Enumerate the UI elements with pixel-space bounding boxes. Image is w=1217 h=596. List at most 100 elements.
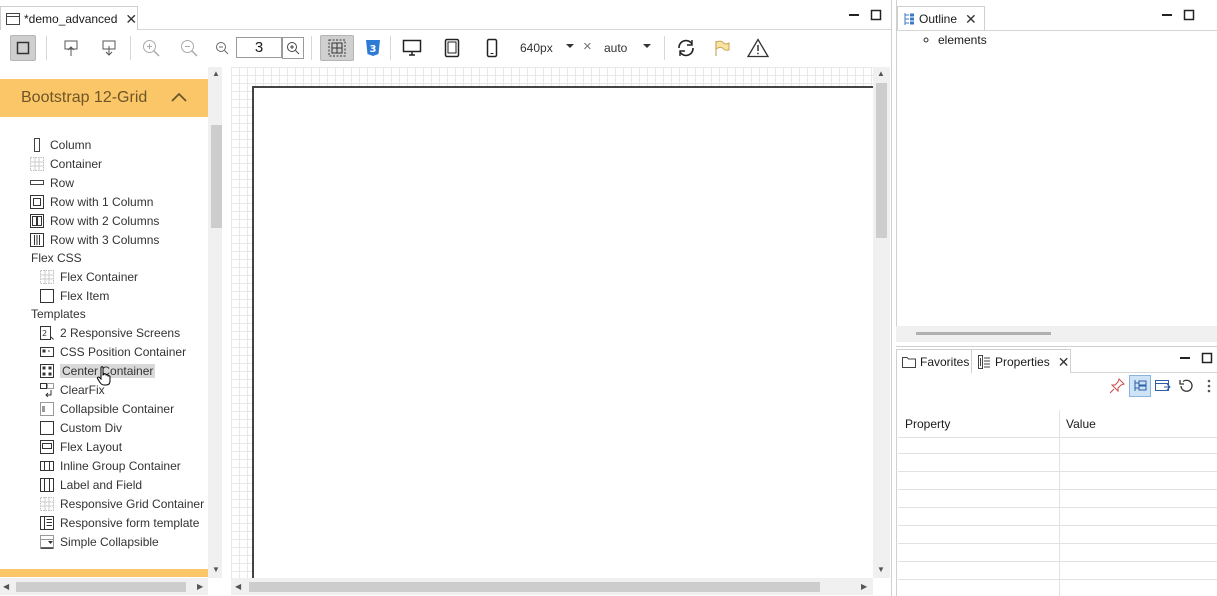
palette-vertical-scroll-thumb[interactable] <box>211 125 222 228</box>
maximize-icon[interactable] <box>1182 8 1196 22</box>
palette-item-custom-div[interactable]: Custom Div <box>40 419 122 437</box>
palette-item-flex-item[interactable]: Flex Item <box>40 287 109 305</box>
scroll-right-arrow-icon[interactable]: ▶ <box>861 582 867 591</box>
chevron-down-icon[interactable] <box>642 41 652 51</box>
move-up-icon[interactable] <box>58 35 84 61</box>
palette-item-column[interactable]: Column <box>30 136 91 154</box>
table-row-divider <box>898 543 1217 544</box>
desktop-icon[interactable] <box>399 35 425 61</box>
maximize-icon[interactable] <box>869 8 883 22</box>
collapsible-icon <box>40 402 54 416</box>
custom-div-icon <box>40 421 54 435</box>
row-1col-icon <box>30 195 44 209</box>
separator <box>46 36 47 60</box>
palette-item-row-3col[interactable]: Row with 3 Columns <box>30 231 159 249</box>
scroll-up-arrow-icon[interactable]: ▲ <box>212 69 220 78</box>
canvas-horizontal-scroll-thumb[interactable] <box>249 582 820 592</box>
outline-view: Outline ✕ elements <box>896 0 1217 342</box>
minimize-icon[interactable] <box>1178 351 1192 365</box>
palette-item-responsive-grid[interactable]: Responsive Grid Container <box>40 495 204 513</box>
table-row-divider <box>898 579 1217 580</box>
zoom-decrease-icon[interactable] <box>212 35 232 61</box>
css-position-icon <box>40 345 54 359</box>
palette-item-simple-collapsible[interactable]: Simple Collapsible <box>40 533 159 551</box>
palette-item-row-2col[interactable]: Row with 2 Columns <box>30 212 159 230</box>
close-icon[interactable]: ✕ <box>1058 355 1070 369</box>
property-column-header[interactable]: Property <box>905 417 950 431</box>
scroll-right-arrow-icon[interactable]: ▶ <box>197 582 203 591</box>
scroll-down-arrow-icon[interactable]: ▼ <box>212 565 220 574</box>
close-icon[interactable]: ✕ <box>965 12 977 26</box>
zoom-increase-icon[interactable] <box>282 37 304 59</box>
zoom-out-icon[interactable] <box>176 35 202 61</box>
canvas-page[interactable] <box>252 86 873 578</box>
select-mode-button[interactable] <box>10 35 36 61</box>
chevron-down-icon[interactable] <box>565 41 575 51</box>
palette-horizontal-scroll-thumb[interactable] <box>16 582 186 592</box>
scroll-up-arrow-icon[interactable]: ▲ <box>877 69 885 78</box>
table-row-divider <box>898 489 1217 490</box>
zoom-in-icon[interactable] <box>138 35 164 61</box>
palette-item-container[interactable]: Container <box>30 155 102 173</box>
palette-item-inline-group[interactable]: Inline Group Container <box>40 457 181 475</box>
palette-item-responsive-form[interactable]: Responsive form template <box>40 514 199 532</box>
separator <box>311 36 312 60</box>
pin-icon[interactable] <box>1109 378 1125 394</box>
flag-icon[interactable] <box>709 35 735 61</box>
palette-item-clearfix[interactable]: ClearFix <box>40 381 105 399</box>
warning-icon[interactable] <box>745 35 771 61</box>
width-value[interactable]: 640px <box>520 41 553 55</box>
view-menu-icon[interactable] <box>1206 378 1212 394</box>
height-value[interactable]: auto <box>604 41 627 55</box>
properties-tab[interactable]: Properties ✕ <box>971 349 1071 373</box>
phone-icon[interactable] <box>479 35 505 61</box>
palette-item-label-field[interactable]: Label and Field <box>40 476 142 494</box>
refresh-icon[interactable] <box>673 35 699 61</box>
close-icon[interactable]: ✕ <box>125 12 137 26</box>
tablet-icon[interactable] <box>439 35 465 61</box>
grid-toggle-button[interactable] <box>320 35 354 61</box>
show-advanced-icon[interactable] <box>1155 378 1171 394</box>
chevron-up-icon[interactable] <box>170 91 188 103</box>
move-down-icon[interactable] <box>96 35 122 61</box>
scroll-down-arrow-icon[interactable]: ▼ <box>877 565 885 574</box>
outline-tab[interactable]: Outline ✕ <box>897 6 985 30</box>
svg-text:3: 3 <box>370 44 377 55</box>
palette-item-flex-layout[interactable]: Flex Layout <box>40 438 122 456</box>
value-column-header[interactable]: Value <box>1066 417 1096 431</box>
palette-item-responsive-screens[interactable]: 2 2 Responsive Screens <box>40 324 180 342</box>
flex-item-icon <box>40 289 54 303</box>
table-row-divider <box>898 437 1217 438</box>
palette-item-flex-container[interactable]: Flex Container <box>40 268 138 286</box>
editor-tab[interactable]: *demo_advanced ✕ <box>0 6 138 30</box>
tree-view-icon[interactable] <box>1129 375 1151 397</box>
favorites-tab[interactable]: Favorites <box>896 349 971 373</box>
row-icon <box>30 176 44 190</box>
palette-category-flex[interactable]: Flex CSS <box>31 251 82 265</box>
svg-text:2: 2 <box>42 329 47 338</box>
css3-icon[interactable]: 3 <box>360 35 386 61</box>
scroll-left-arrow-icon[interactable]: ◀ <box>3 582 9 591</box>
outline-tab-label: Outline <box>919 11 958 26</box>
restore-default-icon[interactable] <box>1178 378 1194 394</box>
palette-item-css-position[interactable]: CSS Position Container <box>40 343 186 361</box>
times-icon: × <box>583 38 592 55</box>
outline-tree-item[interactable]: elements <box>923 33 987 47</box>
maximize-icon[interactable] <box>1200 351 1214 365</box>
responsive-grid-icon <box>40 497 54 511</box>
palette-drawer-header[interactable]: Bootstrap 12-Grid <box>0 79 208 117</box>
editor-tab-label: *demo_advanced <box>24 11 118 26</box>
minimize-icon[interactable] <box>847 8 861 22</box>
palette-drawer-footer[interactable] <box>0 569 208 577</box>
zoom-level-input[interactable]: 3 <box>236 37 282 58</box>
palette-item-row-1col[interactable]: Row with 1 Column <box>30 193 153 211</box>
palette-category-templates[interactable]: Templates <box>31 307 86 321</box>
palette-item-collapsible[interactable]: Collapsible Container <box>40 400 174 418</box>
folder-icon <box>902 356 916 368</box>
clearfix-icon <box>40 383 54 397</box>
minimize-icon[interactable] <box>1160 8 1174 22</box>
palette-item-row[interactable]: Row <box>30 174 74 192</box>
scroll-left-arrow-icon[interactable]: ◀ <box>235 582 241 591</box>
outline-horizontal-scroll-thumb[interactable] <box>916 332 1051 335</box>
canvas-vertical-scroll-thumb[interactable] <box>876 83 887 238</box>
